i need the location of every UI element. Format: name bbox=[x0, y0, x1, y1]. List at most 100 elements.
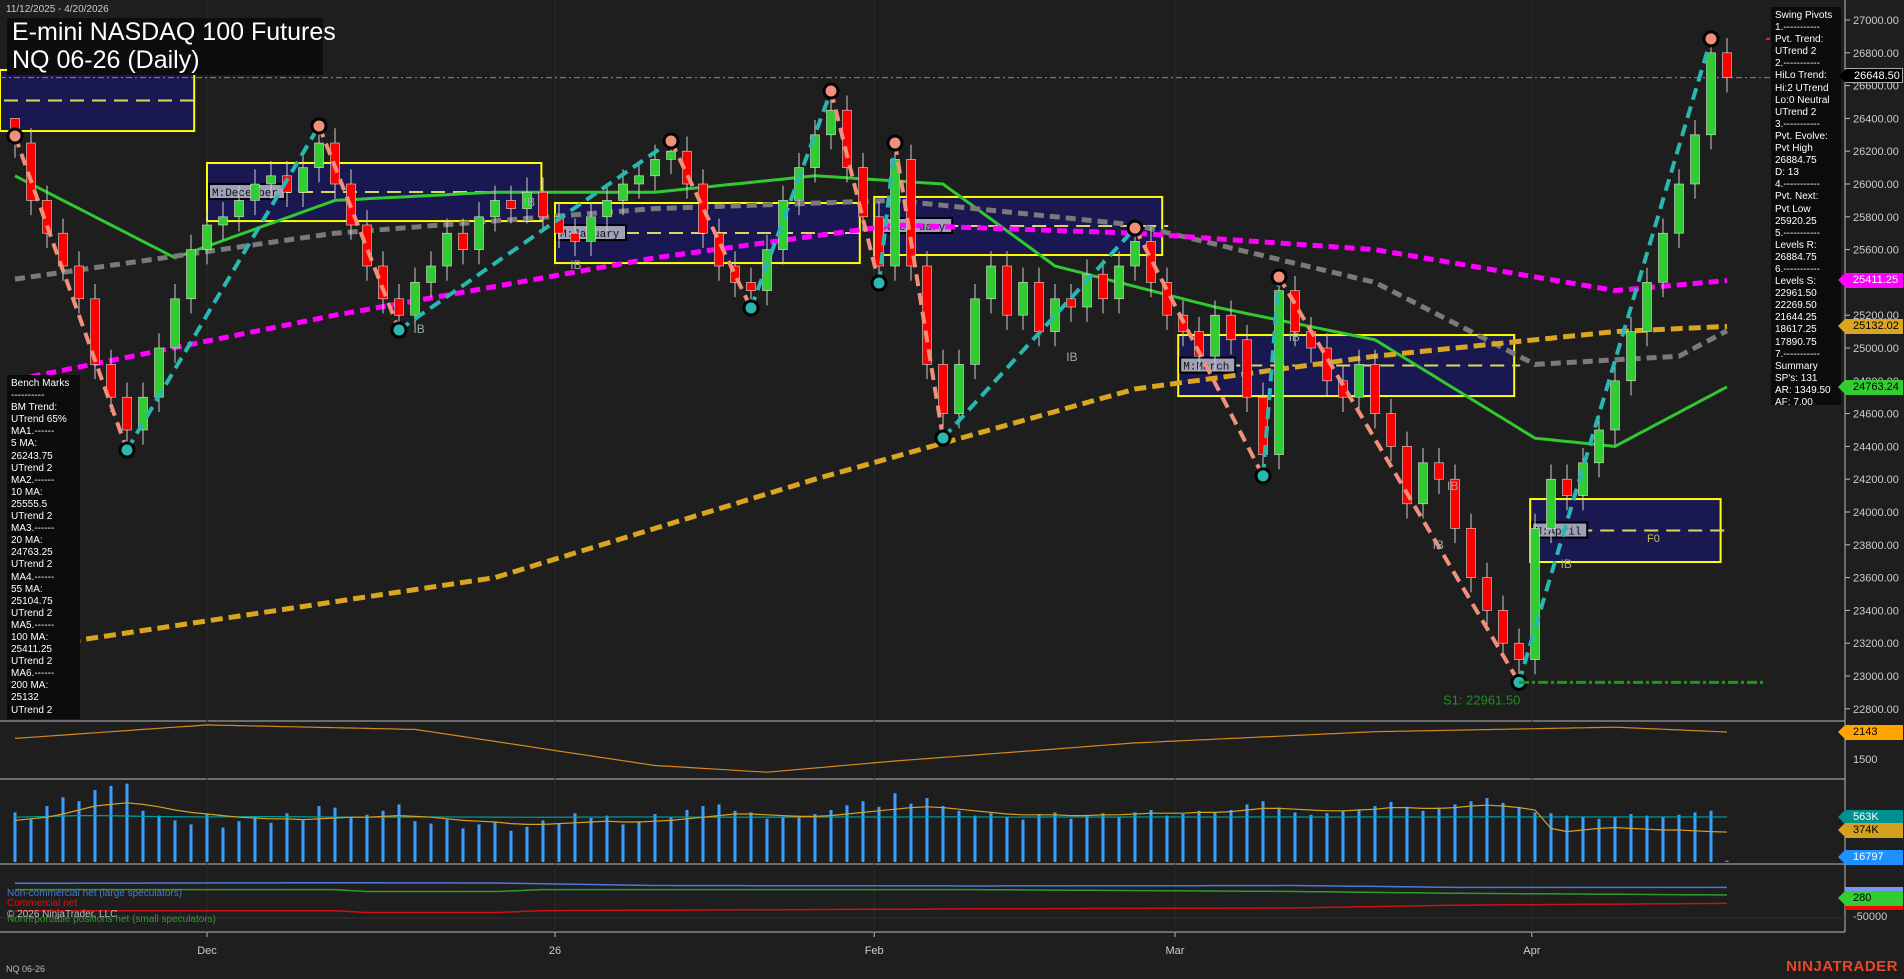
ib-label: IB bbox=[1433, 538, 1444, 552]
candle bbox=[299, 168, 308, 193]
candle bbox=[219, 217, 228, 225]
pivot-high-marker bbox=[824, 84, 838, 98]
osc-axis-tick: 1500 bbox=[1853, 754, 1877, 766]
volume-average-tag: 374K bbox=[1845, 823, 1903, 838]
y-tick-label: 23000.00 bbox=[1853, 671, 1899, 683]
candle bbox=[1227, 315, 1236, 340]
panel-line: UTrend 2 bbox=[11, 463, 76, 475]
candle bbox=[123, 397, 132, 430]
y-tick-label: 25000.00 bbox=[1853, 343, 1899, 355]
panel-line: 20 MA: bbox=[11, 535, 76, 547]
panel-line: UTrend 65% bbox=[11, 414, 76, 426]
ib-label: IB bbox=[1561, 557, 1572, 571]
pivot-low-marker bbox=[872, 276, 886, 290]
panel-line: BM Trend: bbox=[11, 402, 76, 414]
panel-line: SP's: 131 bbox=[1775, 373, 1837, 385]
candle bbox=[891, 159, 900, 266]
bench-marks-panel: Bench Marks----------BM Trend:UTrend 65%… bbox=[7, 375, 80, 719]
x-tick-label: 26 bbox=[549, 945, 561, 957]
candle bbox=[1515, 643, 1524, 659]
panel-line: 25104.75 bbox=[11, 596, 76, 608]
candle bbox=[1643, 282, 1652, 331]
panel-line: ---------- bbox=[11, 390, 76, 402]
swing-pivots-panel: Swing Pivots1.-----------Pvt. Trend:UTre… bbox=[1771, 7, 1841, 405]
chart-subtitle: NQ 06-26 (Daily) bbox=[7, 46, 323, 74]
candle bbox=[1387, 414, 1396, 447]
candle bbox=[491, 200, 500, 216]
candle bbox=[1595, 430, 1604, 463]
candle bbox=[667, 151, 676, 159]
candle bbox=[1035, 282, 1044, 331]
panel-line: MA6.------ bbox=[11, 668, 76, 680]
candle bbox=[1067, 299, 1076, 307]
candle bbox=[1435, 463, 1444, 479]
panel-line: 10 MA: bbox=[11, 487, 76, 499]
copyright: © 2026 NinjaTrader, LLC bbox=[7, 909, 117, 920]
candle bbox=[1115, 266, 1124, 299]
price-chart[interactable]: 22800.0023000.0023200.0023400.0023600.00… bbox=[0, 0, 1904, 979]
panel-line: UTrend 2 bbox=[11, 559, 76, 571]
candle bbox=[1483, 578, 1492, 611]
pivot-high-marker bbox=[8, 129, 22, 143]
panel-line: 3.----------- bbox=[1775, 119, 1837, 131]
cot-line bbox=[15, 890, 1727, 895]
panel-line: 5 MA: bbox=[11, 438, 76, 450]
candle bbox=[187, 250, 196, 299]
panel-line: Pvt. Evolve: bbox=[1775, 131, 1837, 143]
candle bbox=[1499, 610, 1508, 643]
panel-line: Levels S: bbox=[1775, 276, 1837, 288]
candle bbox=[1003, 266, 1012, 315]
candle bbox=[315, 143, 324, 168]
legend-commercial: Commercial net bbox=[7, 898, 77, 909]
y-tick-label: 26000.00 bbox=[1853, 179, 1899, 191]
candle bbox=[1611, 381, 1620, 430]
panel-line: D: 13 bbox=[1775, 167, 1837, 179]
ma200-tag: 25132.02 bbox=[1845, 319, 1903, 334]
chart-title: E-mini NASDAQ 100 Futures bbox=[7, 18, 323, 46]
x-tick-label: Dec bbox=[197, 945, 217, 957]
pivot-low-marker bbox=[1256, 469, 1270, 483]
panel-line: UTrend 2 bbox=[1775, 46, 1837, 58]
y-tick-label: 22800.00 bbox=[1853, 704, 1899, 716]
candle bbox=[171, 299, 180, 348]
panel-line: 100 MA: bbox=[11, 632, 76, 644]
cot-axis-tick: -50000 bbox=[1853, 911, 1887, 923]
panel-line: 26243.75 bbox=[11, 451, 76, 463]
panel-line: UTrend 2 bbox=[11, 511, 76, 523]
pivot-high-marker bbox=[888, 136, 902, 150]
candle bbox=[619, 184, 628, 200]
candle bbox=[587, 217, 596, 242]
panel-line: MA2.------ bbox=[11, 475, 76, 487]
panel-line: AF: 7.00 bbox=[1775, 397, 1837, 409]
support-label: S1: 22961.50 bbox=[1443, 692, 1520, 707]
y-tick-label: 24000.00 bbox=[1853, 507, 1899, 519]
candle bbox=[1467, 528, 1476, 577]
panel-line: 24763.25 bbox=[11, 547, 76, 559]
panel-line: Pvt. Trend: bbox=[1775, 34, 1837, 46]
candle bbox=[1099, 274, 1108, 299]
panel-line: UTrend 2 bbox=[11, 656, 76, 668]
candle bbox=[907, 159, 916, 266]
panel-line: 17890.75 bbox=[1775, 337, 1837, 349]
y-tick-label: 25600.00 bbox=[1853, 245, 1899, 257]
candle bbox=[251, 184, 260, 200]
panel-line: 26884.75 bbox=[1775, 252, 1837, 264]
ib-label: IB bbox=[570, 258, 581, 272]
candle bbox=[699, 184, 708, 233]
candle bbox=[235, 200, 244, 216]
pivot-low-marker bbox=[936, 431, 950, 445]
ma100-tag: 25411.25 bbox=[1845, 273, 1903, 288]
pivot-low-marker bbox=[120, 443, 134, 457]
y-tick-label: 24200.00 bbox=[1853, 474, 1899, 486]
ib-label: IB bbox=[413, 322, 424, 336]
pivot-low-marker bbox=[392, 323, 406, 337]
candle bbox=[443, 233, 452, 266]
candle bbox=[1355, 364, 1364, 397]
candle bbox=[1019, 282, 1028, 315]
panel-line: Lo:0 Neutral bbox=[1775, 95, 1837, 107]
pivot-high-marker bbox=[1128, 221, 1142, 235]
panel-line: MA5.------ bbox=[11, 620, 76, 632]
panel-line: Levels R: bbox=[1775, 240, 1837, 252]
panel-line: UTrend 2 bbox=[11, 705, 76, 717]
candle bbox=[987, 266, 996, 299]
